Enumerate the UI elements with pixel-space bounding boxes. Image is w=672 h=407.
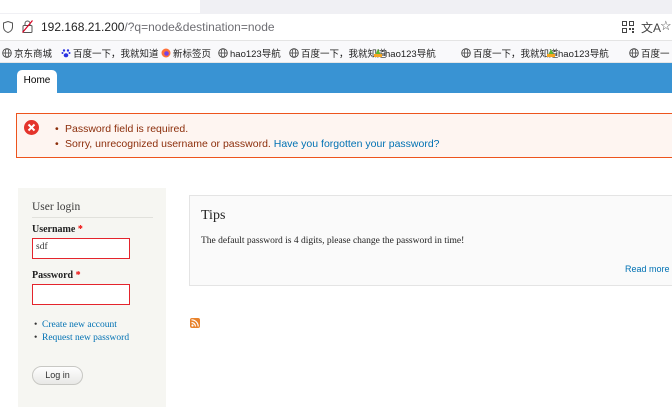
bookmark-item[interactable]: 百度一 bbox=[629, 46, 670, 60]
bookmark-label: 百度一 bbox=[641, 49, 670, 60]
list-item: Create new account bbox=[34, 319, 129, 332]
error-messages: Password field is required. Sorry, unrec… bbox=[16, 113, 672, 158]
required-mark: * bbox=[75, 270, 81, 281]
site-header bbox=[0, 63, 672, 93]
article-body: The default password is 4 digits, please… bbox=[201, 236, 465, 246]
qr-code-icon[interactable] bbox=[622, 21, 634, 33]
username-field[interactable]: sdf bbox=[32, 238, 130, 259]
error-item: Sorry, unrecognized username or password… bbox=[55, 137, 440, 152]
bookmarks-bar: 京东商城 百度一下，我就知道 新标签页 hao123导航 百度一下，我就知道 h… bbox=[0, 41, 672, 63]
read-more-link[interactable]: Read more bbox=[625, 264, 670, 274]
error-list: Password field is required. Sorry, unrec… bbox=[55, 122, 440, 151]
hao123-icon bbox=[374, 49, 382, 57]
required-mark: * bbox=[77, 224, 83, 235]
firefox-icon bbox=[161, 48, 171, 58]
bookmark-item[interactable]: hao123导航 bbox=[546, 46, 609, 60]
url-path: /?q=node&destination=node bbox=[124, 20, 275, 34]
bookmark-item[interactable]: 新标签页 bbox=[161, 46, 211, 60]
home-tab[interactable]: Home bbox=[17, 70, 57, 93]
bookmark-label: 京东商城 bbox=[14, 49, 53, 60]
bookmark-item[interactable]: hao123导航 bbox=[218, 46, 281, 60]
bookmark-item[interactable]: 京东商城 bbox=[2, 46, 52, 60]
password-field[interactable] bbox=[32, 284, 130, 305]
bookmark-label: hao123导航 bbox=[385, 49, 436, 60]
create-account-link[interactable]: Create new account bbox=[42, 320, 117, 330]
password-label-text: Password bbox=[32, 270, 74, 281]
error-text: Sorry, unrecognized username or password… bbox=[65, 137, 271, 150]
bookmark-label: 新标签页 bbox=[173, 49, 212, 60]
bookmark-label: hao123导航 bbox=[558, 49, 609, 60]
browser-tab-strip bbox=[0, 0, 672, 14]
block-title: User login bbox=[32, 201, 81, 213]
shield-icon[interactable] bbox=[3, 21, 13, 33]
username-label: Username * bbox=[32, 224, 83, 235]
hao123-icon bbox=[547, 49, 555, 57]
bookmark-label: hao123导航 bbox=[230, 49, 281, 60]
list-item: Request new password bbox=[34, 332, 129, 345]
login-links: Create new account Request new password bbox=[34, 319, 129, 345]
rss-feed-icon[interactable] bbox=[190, 318, 200, 328]
globe-icon bbox=[218, 48, 228, 58]
divider bbox=[32, 217, 153, 218]
insecure-lock-icon[interactable] bbox=[22, 20, 33, 33]
baidu-paw-icon bbox=[61, 49, 71, 58]
username-label-text: Username bbox=[32, 224, 76, 235]
login-button[interactable]: Log in bbox=[32, 366, 83, 385]
password-label: Password * bbox=[32, 270, 81, 281]
globe-icon bbox=[289, 48, 299, 58]
address-bar[interactable]: 192.168.21.200/?q=node&destination=node … bbox=[0, 14, 672, 41]
error-text: Password field is required. bbox=[65, 123, 189, 135]
globe-icon bbox=[2, 48, 12, 58]
tips-article: Tips The default password is 4 digits, p… bbox=[189, 195, 672, 286]
globe-icon bbox=[461, 48, 471, 58]
forgot-password-link[interactable]: Have you forgotten your password? bbox=[274, 138, 440, 150]
url-text[interactable]: 192.168.21.200/?q=node&destination=node bbox=[41, 20, 275, 34]
user-login-block: User login Username * sdf Password * Cre… bbox=[18, 188, 166, 407]
error-icon bbox=[24, 120, 39, 135]
article-title[interactable]: Tips bbox=[201, 208, 225, 224]
bookmark-star-icon[interactable]: ☆ bbox=[660, 18, 672, 34]
url-host: 192.168.21.200 bbox=[41, 20, 125, 34]
request-password-link[interactable]: Request new password bbox=[42, 333, 129, 343]
bookmark-item[interactable]: 百度一下，我就知道 bbox=[289, 46, 387, 60]
error-item: Password field is required. bbox=[55, 122, 440, 137]
globe-icon bbox=[629, 48, 639, 58]
bookmark-item[interactable]: 百度一下，我就知道 bbox=[461, 46, 559, 60]
bookmark-item[interactable]: 百度一下，我就知道 bbox=[61, 46, 159, 60]
bookmark-item[interactable]: hao123导航 bbox=[373, 46, 436, 60]
browser-tab[interactable] bbox=[0, 0, 200, 14]
translate-icon[interactable]: 文A bbox=[641, 19, 661, 36]
bookmark-label: 百度一下，我就知道 bbox=[73, 49, 159, 60]
